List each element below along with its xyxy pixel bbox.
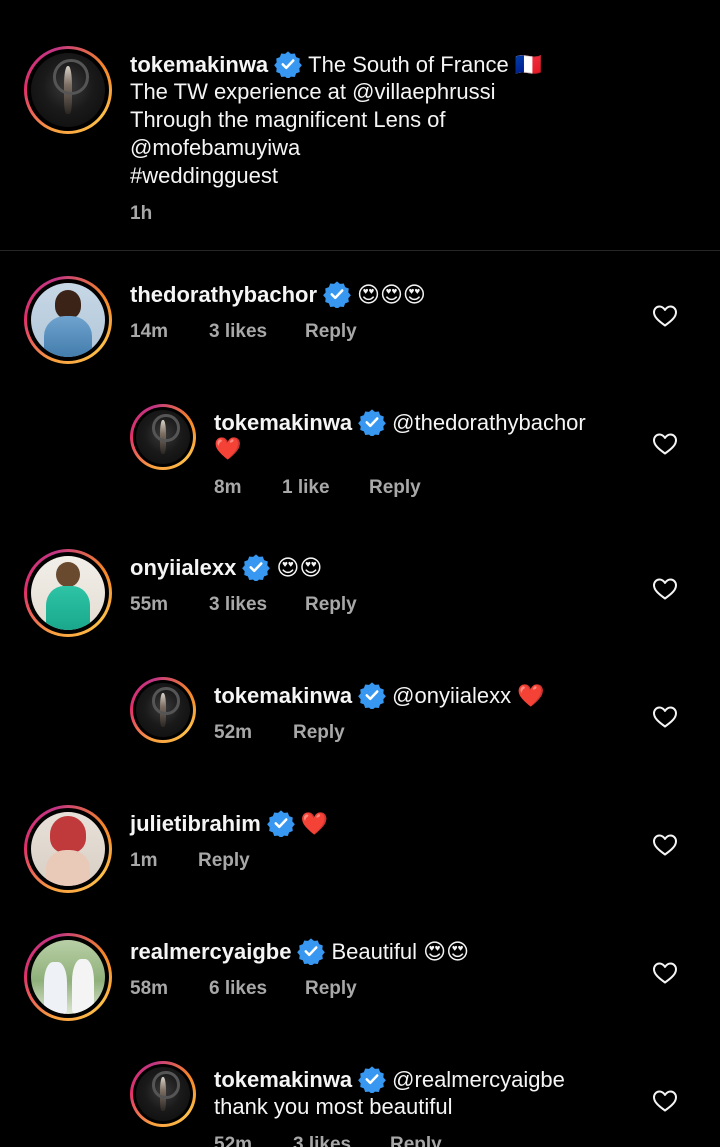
reply-mention-link[interactable]: @realmercyaigbe: [392, 1067, 565, 1092]
heart-outline-icon[interactable]: [652, 705, 678, 729]
heart-outline-icon[interactable]: [652, 432, 678, 456]
heart-outline-icon[interactable]: [652, 833, 678, 857]
heart-outline-icon[interactable]: [652, 1089, 678, 1113]
reply-time: 8m: [214, 477, 242, 498]
caption-hashtag-link[interactable]: #weddingguest: [130, 162, 278, 190]
reply-time: 52m: [214, 1134, 253, 1147]
comment-avatar[interactable]: [24, 549, 112, 637]
caption-avatar[interactable]: [24, 46, 112, 134]
reply-username[interactable]: tokemakinwa: [214, 1067, 352, 1092]
comment-text: ❤️: [300, 812, 329, 837]
reply-button[interactable]: Reply: [305, 593, 357, 617]
reply-time: 52m: [214, 722, 253, 743]
comment-body: realmercyaigbe Beautiful 😍😍: [130, 937, 469, 966]
comment-text: 😍😍😍: [357, 283, 426, 308]
reply-username[interactable]: tokemakinwa: [214, 683, 352, 708]
verified-badge-icon: [274, 50, 302, 78]
comment-time: 1m: [130, 850, 158, 871]
reply-text: ❤️: [214, 437, 242, 462]
verified-badge-icon: [358, 1065, 386, 1093]
heart-outline-icon[interactable]: [652, 577, 678, 601]
comment-time: 55m: [130, 594, 169, 615]
reply-avatar[interactable]: [130, 677, 196, 743]
caption-text-line: The TW experience at @villaephrussi: [130, 79, 496, 104]
verified-badge-icon: [267, 809, 295, 837]
verified-badge-icon: [297, 937, 325, 965]
verified-badge-icon: [242, 553, 270, 581]
comment-avatar[interactable]: [24, 805, 112, 893]
reply-button[interactable]: Reply: [305, 320, 357, 344]
reply-username[interactable]: tokemakinwa: [214, 410, 352, 435]
heart-outline-icon[interactable]: [652, 304, 678, 328]
reply-body: tokemakinwa @realmercyaigbe: [214, 1065, 565, 1094]
verified-badge-icon: [358, 408, 386, 436]
comment-avatar[interactable]: [24, 276, 112, 364]
caption-text-line: The South of France 🇫🇷: [308, 52, 543, 77]
reply-button[interactable]: Reply: [293, 721, 345, 745]
comment-username[interactable]: realmercyaigbe: [130, 939, 291, 964]
reply-button[interactable]: Reply: [369, 476, 421, 500]
divider: [0, 250, 720, 251]
reply-text: thank you most beautiful: [214, 1094, 453, 1119]
comment-time: 58m: [130, 978, 169, 999]
verified-badge-icon: [358, 681, 386, 709]
comment-likes[interactable]: 6 likes: [209, 977, 267, 1001]
comment-likes[interactable]: 3 likes: [209, 593, 267, 617]
comment-avatar[interactable]: [24, 933, 112, 1021]
caption-time: 1h: [130, 203, 153, 224]
reply-avatar[interactable]: [130, 404, 196, 470]
caption-line-1: tokemakinwa The South of France 🇫🇷: [130, 50, 542, 79]
comment-text: Beautiful 😍😍: [331, 939, 470, 964]
caption-text-line: Through the magnificent Lens of: [130, 107, 446, 132]
reply-text: @onyiialexx ❤️: [392, 683, 545, 708]
comment-body: onyiialexx 😍😍: [130, 553, 322, 583]
comment-text: 😍😍: [276, 556, 323, 581]
reply-button[interactable]: Reply: [390, 1133, 442, 1147]
reply-avatar[interactable]: [130, 1061, 196, 1127]
heart-outline-icon[interactable]: [652, 961, 678, 985]
caption-mention-link[interactable]: @mofebamuyiwa: [130, 134, 300, 162]
comment-likes[interactable]: 3 likes: [209, 320, 267, 344]
comment-time: 14m: [130, 321, 169, 342]
reply-body: tokemakinwa @thedorathybachor: [214, 408, 586, 437]
comment-body: julietibrahim ❤️: [130, 809, 328, 839]
comment-username[interactable]: julietibrahim: [130, 811, 261, 836]
comment-body: thedorathybachor 😍😍😍: [130, 280, 426, 310]
comment-username[interactable]: onyiialexx: [130, 555, 236, 580]
comment-username[interactable]: thedorathybachor: [130, 282, 317, 307]
verified-badge-icon: [323, 280, 351, 308]
reply-button[interactable]: Reply: [305, 977, 357, 1001]
reply-body: tokemakinwa @onyiialexx ❤️: [214, 681, 545, 710]
reply-likes[interactable]: 3 likes: [293, 1133, 351, 1147]
reply-mention-link[interactable]: @thedorathybachor: [392, 410, 586, 435]
caption-username[interactable]: tokemakinwa: [130, 52, 268, 77]
reply-likes[interactable]: 1 like: [282, 476, 330, 500]
reply-button[interactable]: Reply: [198, 849, 250, 873]
